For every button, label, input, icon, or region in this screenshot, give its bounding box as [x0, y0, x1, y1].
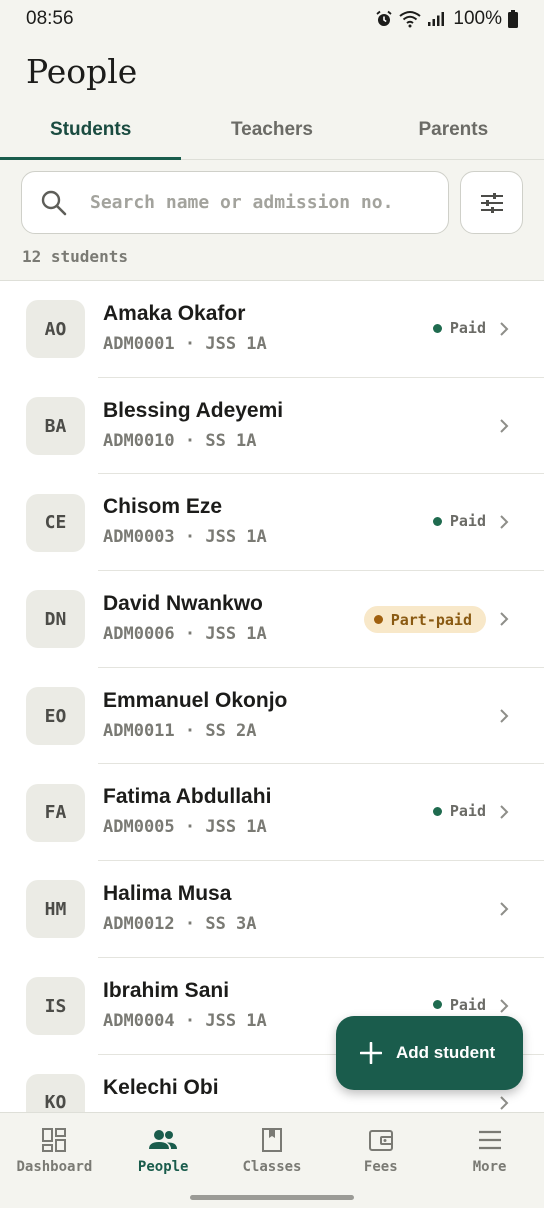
status-dot	[432, 806, 442, 816]
avatar: FA	[26, 783, 85, 842]
nav-label: Dashboard	[16, 1159, 93, 1175]
student-admission-class: ADM0004 · JSS 1A	[103, 1010, 267, 1031]
status-badge: Paid	[432, 802, 486, 821]
list-item[interactable]: BA Blessing Adeyemi ADM0010 · SS 1A	[0, 378, 544, 475]
status-text: Part-paid	[390, 610, 472, 629]
nav-label: Fees	[363, 1159, 398, 1175]
student-admission-class: ADM0006 · JSS 1A	[103, 624, 267, 645]
student-name: Emmanuel Okonjo	[103, 688, 288, 712]
book-icon	[261, 1128, 282, 1152]
student-name: Kelechi Obi	[103, 1075, 219, 1099]
chevron-right-icon	[500, 999, 509, 1013]
student-admission-class: ADM0005 · JSS 1A	[103, 817, 267, 838]
student-name: Chisom Eze	[103, 495, 223, 519]
list-item[interactable]: CE Chisom Eze ADM0003 · JSS 1A Paid	[0, 474, 544, 571]
status-text: Paid	[449, 995, 486, 1014]
people-icon	[149, 1130, 178, 1149]
tab-students[interactable]: Students	[0, 104, 182, 160]
filter-button[interactable]	[460, 171, 523, 234]
list-item[interactable]: AO Amaka Okafor ADM0001 · JSS 1A Paid	[0, 281, 544, 378]
list-item[interactable]: EO Emmanuel Okonjo ADM0011 · SS 2A	[0, 668, 544, 765]
battery-icon	[508, 10, 518, 28]
add-student-label: Add student	[396, 1043, 496, 1062]
status-text: Paid	[449, 319, 486, 337]
avatar: EO	[26, 687, 85, 746]
student-name: Ibrahim Sani	[103, 978, 230, 1002]
avatar: KO	[26, 1073, 85, 1112]
search-box[interactable]	[21, 171, 449, 234]
battery-level: 100%	[453, 8, 502, 29]
bottom-nav: Dashboard People Classes Fees More	[0, 1112, 544, 1208]
alarm-icon	[376, 10, 392, 26]
avatar: IS	[26, 977, 85, 1036]
wifi-icon	[399, 11, 422, 28]
avatar: BA	[26, 397, 85, 456]
page-title: People	[26, 52, 138, 91]
add-student-button[interactable]: Add student	[336, 1016, 523, 1090]
status-badge: Paid	[432, 319, 486, 337]
nav-label: People	[137, 1159, 189, 1175]
status-badge: Part-paid	[363, 606, 486, 634]
avatar: HM	[26, 880, 85, 939]
avatar: CE	[26, 493, 85, 552]
nav-label: Classes	[242, 1159, 302, 1175]
status-dot	[373, 615, 383, 625]
chevron-right-icon	[500, 418, 509, 433]
search-icon	[41, 190, 67, 215]
student-admission-class: ADM0003 · JSS 1A	[103, 527, 267, 548]
menu-icon	[478, 1130, 501, 1150]
nav-item-fees[interactable]: Fees	[326, 1113, 435, 1208]
filter-sliders-icon	[480, 192, 503, 213]
nav-item-people[interactable]: People	[109, 1113, 218, 1208]
signal-icon	[428, 12, 445, 26]
chevron-right-icon	[500, 612, 509, 626]
chevron-right-icon	[500, 1095, 509, 1110]
status-dot	[432, 516, 442, 526]
tab-parents[interactable]: Parents	[363, 104, 544, 159]
student-list: AO Amaka Okafor ADM0001 · JSS 1A Paid BA…	[0, 280, 544, 1112]
nav-item-more[interactable]: More	[435, 1113, 544, 1208]
status-dot	[432, 323, 442, 333]
status-badge: Paid	[432, 512, 486, 531]
list-item[interactable]: DN David Nwankwo ADM0006 · JSS 1A Part-p…	[0, 571, 544, 668]
chevron-right-icon	[500, 322, 509, 336]
status-time: 08:56	[26, 8, 74, 29]
home-indicator[interactable]	[190, 1195, 354, 1200]
list-item[interactable]: HM Halima Musa ADM0012 · SS 3A	[0, 861, 544, 958]
dashboard-icon	[42, 1128, 67, 1152]
student-admission-class: ADM0011 · SS 2A	[103, 720, 257, 741]
wallet-icon	[368, 1130, 393, 1151]
chevron-right-icon	[500, 515, 509, 530]
people-tabs: Students Teachers Parents	[0, 104, 544, 160]
status-icons: 100%	[375, 8, 518, 30]
list-item[interactable]: FA Fatima Abdullahi ADM0005 · JSS 1A Pai…	[0, 764, 544, 861]
chevron-right-icon	[500, 902, 509, 916]
student-admission-class: ADM0001 · JSS 1A	[103, 334, 267, 354]
status-badge: Paid	[432, 995, 486, 1014]
nav-item-dashboard[interactable]: Dashboard	[0, 1113, 109, 1208]
tab-teachers[interactable]: Teachers	[181, 104, 362, 159]
student-name: Fatima Abdullahi	[103, 785, 272, 809]
status-bar: 08:56 100%	[0, 0, 544, 38]
student-name: Blessing Adeyemi	[103, 398, 284, 422]
search-input[interactable]	[90, 192, 420, 213]
student-name: David Nwankwo	[103, 592, 263, 616]
student-name: Amaka Okafor	[103, 302, 246, 325]
student-admission-class: ADM0010 · SS 1A	[103, 430, 257, 451]
nav-label: More	[472, 1159, 507, 1175]
avatar: DN	[26, 590, 85, 649]
status-text: Paid	[449, 802, 486, 821]
status-dot	[432, 1000, 442, 1010]
student-name: Halima Musa	[103, 882, 232, 906]
chevron-right-icon	[500, 805, 509, 820]
status-text: Paid	[449, 512, 486, 531]
student-admission-class: ADM0012 · SS 3A	[103, 914, 257, 935]
avatar: AO	[26, 300, 85, 359]
nav-item-classes[interactable]: Classes	[218, 1113, 327, 1208]
student-count: 12 students	[22, 247, 128, 266]
plus-icon	[360, 1042, 382, 1064]
chevron-right-icon	[500, 709, 509, 723]
